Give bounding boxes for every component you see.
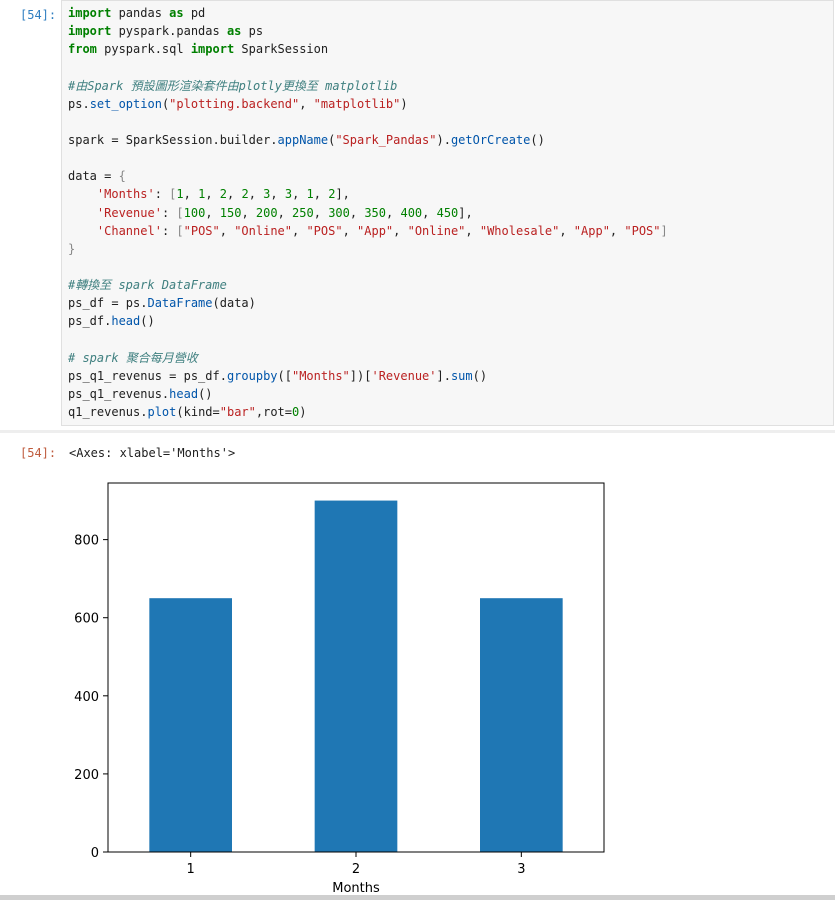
y-tick-label: 600	[74, 612, 99, 627]
horizontal-scrollbar[interactable]	[0, 895, 835, 900]
bar	[480, 598, 563, 852]
bar	[314, 500, 398, 852]
x-tick-label: 3	[517, 862, 525, 877]
x-tick-label: 1	[187, 862, 195, 877]
x-axis-label: Months	[332, 881, 380, 896]
bar	[149, 598, 232, 852]
y-tick-label: 200	[74, 768, 99, 783]
y-tick-label: 0	[91, 846, 99, 861]
y-tick-label: 400	[74, 690, 99, 705]
x-tick-label: 2	[352, 862, 360, 877]
bar-chart: 0 200 400 600 800 1 2 3 Months	[74, 482, 605, 896]
y-tick-label: 800	[74, 534, 99, 549]
